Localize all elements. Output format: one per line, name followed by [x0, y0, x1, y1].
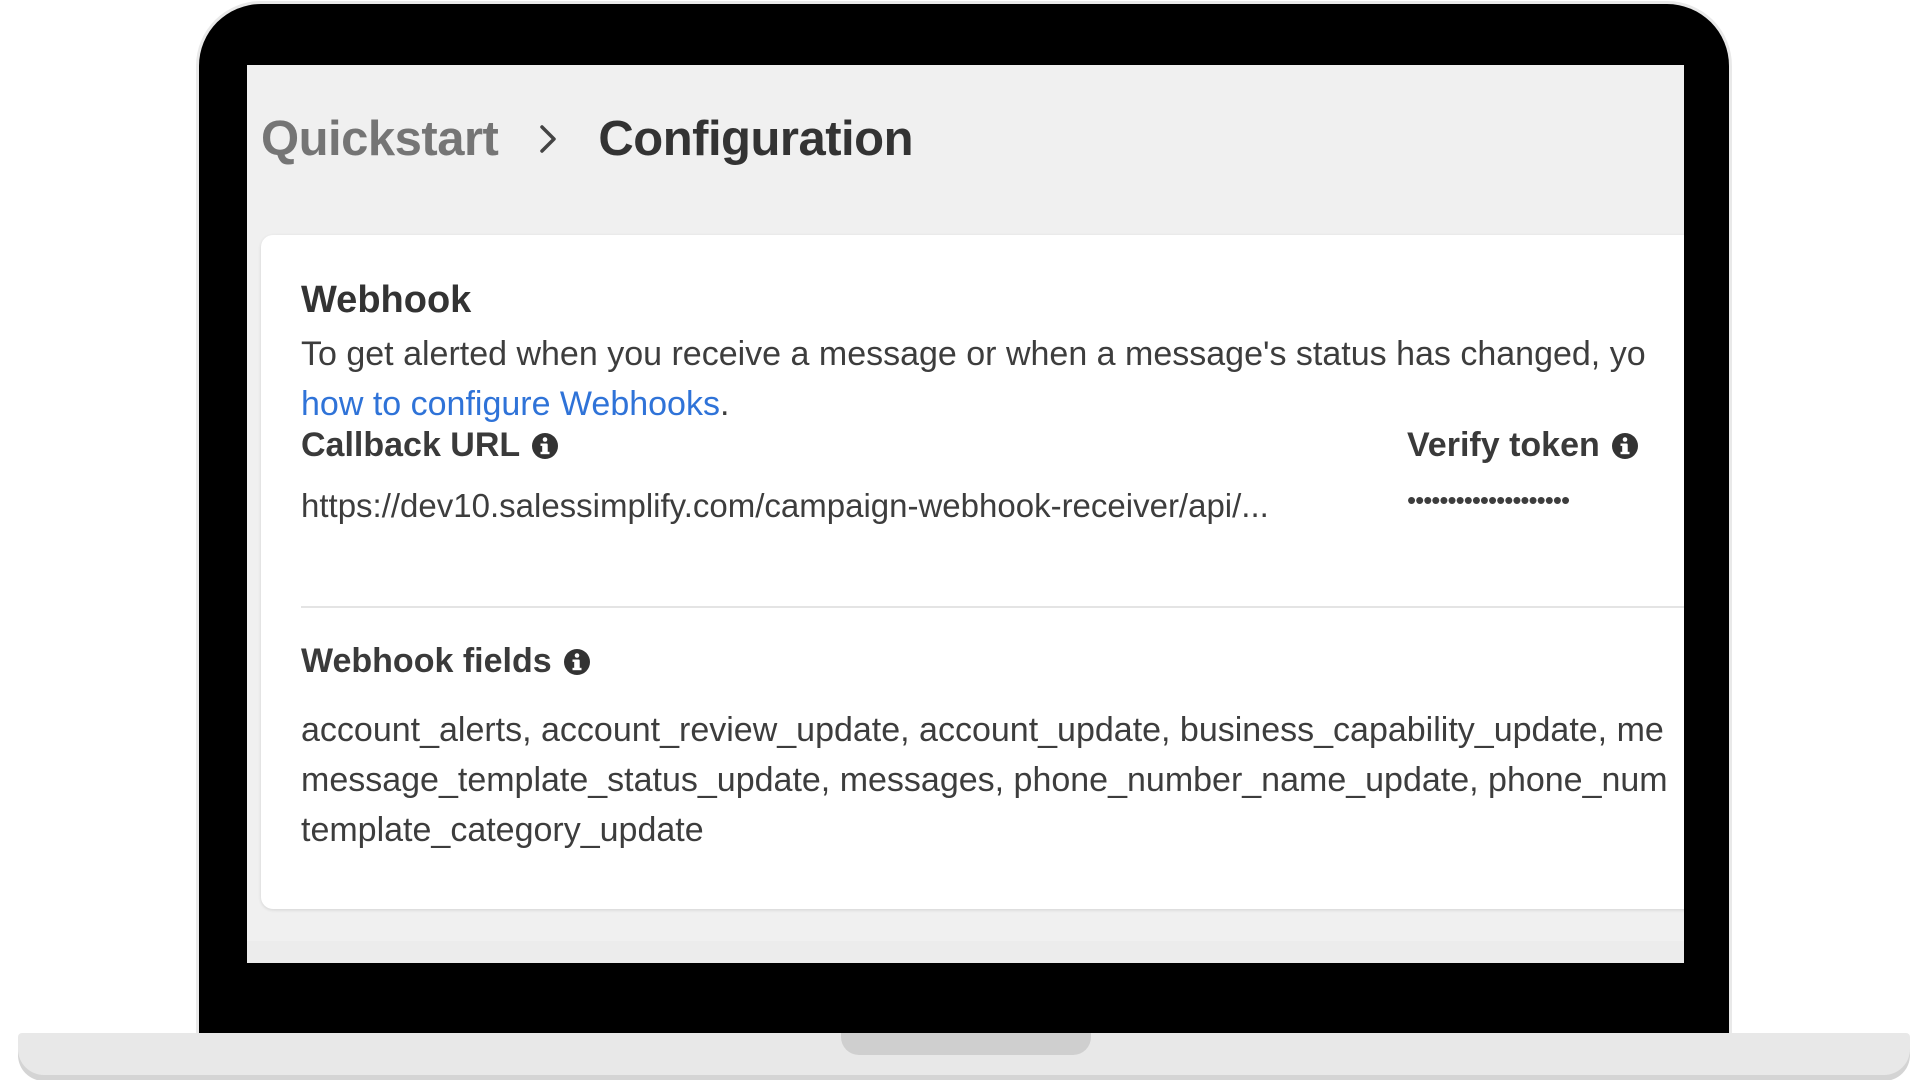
laptop-screen: Quickstart Configuration Webhook To get …	[247, 65, 1684, 963]
breadcrumb: Quickstart Configuration	[261, 109, 914, 169]
webhook-description-link-line: how to configure Webhooks.	[301, 379, 1684, 429]
callback-url-label-text: Callback URL	[301, 426, 521, 464]
laptop-mockup: Quickstart Configuration Webhook To get …	[0, 0, 1920, 1080]
info-icon[interactable]	[1610, 431, 1640, 461]
webhook-fields-label: Webhook fields	[301, 642, 592, 681]
chevron-right-icon	[524, 115, 572, 163]
description-period: .	[719, 385, 730, 423]
configure-webhooks-link[interactable]: how to configure Webhooks	[301, 385, 720, 423]
verify-token-value: ••••••••••••••••••••	[1407, 485, 1570, 515]
breadcrumb-quickstart[interactable]: Quickstart	[261, 111, 499, 167]
screen-bottom-strip	[247, 941, 1684, 963]
webhook-fields-label-text: Webhook fields	[301, 642, 552, 680]
webhook-fields-line: template_category_update	[301, 811, 704, 849]
breadcrumb-configuration: Configuration	[598, 112, 914, 166]
callback-url-value: https://dev10.salessimplify.com/campaign…	[301, 487, 1269, 524]
verify-token-label-text: Verify token	[1407, 426, 1600, 464]
section-divider	[301, 606, 1684, 608]
callback-url-label: Callback URL	[301, 426, 560, 465]
webhook-fields-line: message_template_status_update, messages…	[301, 761, 1668, 799]
webhook-description: To get alerted when you receive a messag…	[301, 329, 1684, 429]
info-icon[interactable]	[562, 647, 592, 677]
webhook-fields-list: account_alerts, account_review_update, a…	[301, 705, 1684, 855]
webhook-fields-line: account_alerts, account_review_update, a…	[301, 711, 1664, 749]
webhook-title: Webhook	[301, 279, 472, 321]
laptop-base-notch	[841, 1033, 1091, 1055]
verify-token-label: Verify token	[1407, 426, 1640, 465]
webhook-description-line: To get alerted when you receive a messag…	[301, 335, 1646, 373]
webhook-card: Webhook To get alerted when you receive …	[261, 235, 1684, 909]
info-icon[interactable]	[530, 431, 560, 461]
